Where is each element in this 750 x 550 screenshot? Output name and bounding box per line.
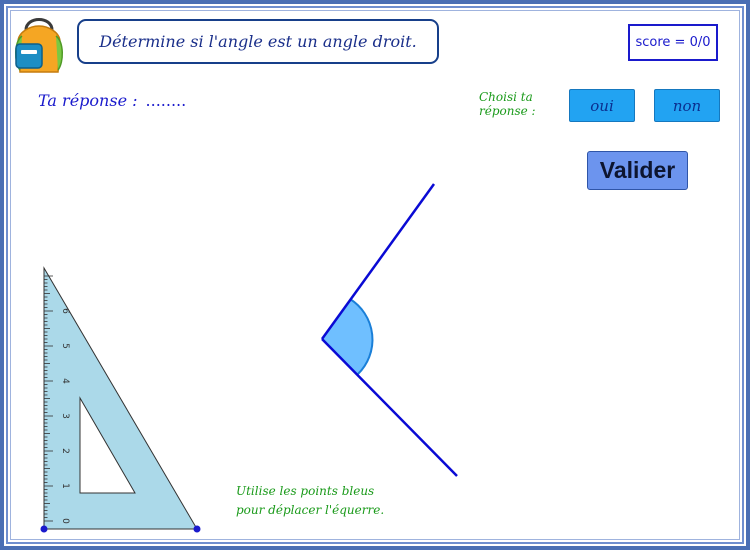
drag-point-left[interactable] <box>40 525 48 533</box>
set-square[interactable]: 0 1 2 3 4 5 6 <box>40 266 201 533</box>
geometry-canvas: 0 1 2 3 4 5 6 <box>40 183 458 533</box>
angle-arc-fill <box>322 299 373 374</box>
ruler-label: 3 <box>60 413 70 419</box>
angle-arm-upper <box>320 183 436 340</box>
ruler-label: 0 <box>60 518 70 524</box>
angle-arm-lower <box>321 338 458 477</box>
angle-figure <box>320 183 458 477</box>
ruler-label: 2 <box>60 448 70 454</box>
drag-hint: Utilise les points bleus pour déplacer l… <box>236 482 384 520</box>
drag-point-right[interactable] <box>193 525 201 533</box>
drag-hint-line2: pour déplacer l'équerre. <box>236 503 385 517</box>
activity-stage: Détermine si l'angle est un angle droit.… <box>0 0 750 550</box>
drag-hint-line1: Utilise les points bleus <box>236 484 375 498</box>
ruler-label: 5 <box>60 343 70 349</box>
ruler-label: 6 <box>60 308 70 314</box>
ruler-label: 4 <box>60 378 70 384</box>
ruler-label: 1 <box>60 483 70 489</box>
